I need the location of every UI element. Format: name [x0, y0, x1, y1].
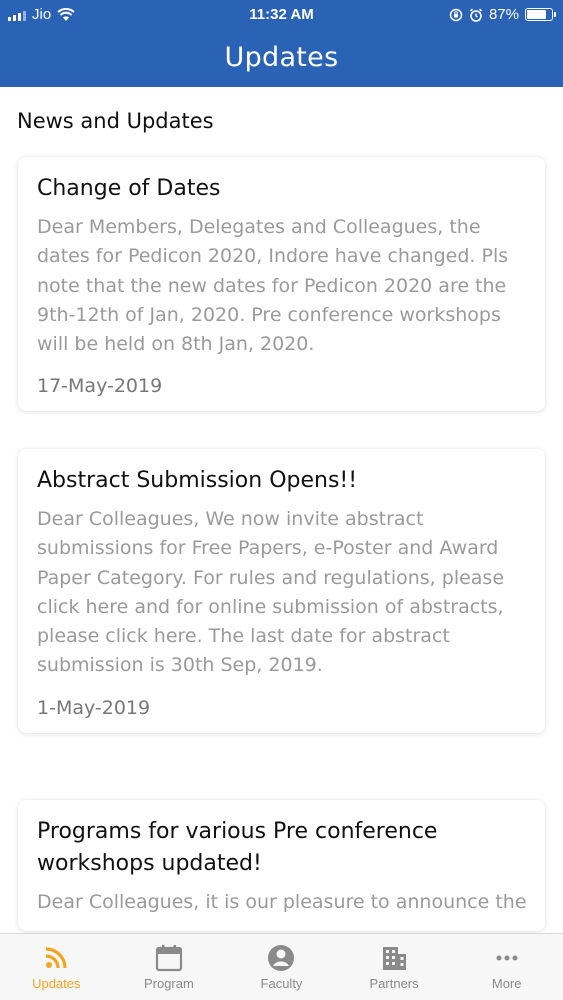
tab-faculty[interactable]: Faculty	[225, 934, 338, 1000]
rss-icon	[46, 947, 67, 969]
tab-label: Faculty	[260, 976, 303, 991]
tab-label: Program	[143, 976, 194, 991]
tab-label: Updates	[32, 976, 81, 991]
update-body: Dear Colleagues, it is our pleasure to a…	[37, 891, 527, 913]
alarm-icon	[469, 8, 483, 22]
update-title: Change of Dates	[37, 176, 221, 201]
tab-program[interactable]: Program	[113, 934, 226, 1000]
update-body: Dear Colleagues, We now invite abstract …	[37, 508, 505, 677]
calendar-icon	[155, 945, 182, 972]
page-title: Updates	[224, 42, 339, 73]
tab-label: More	[491, 976, 522, 991]
update-body: Dear Members, Delegates and Colleagues, …	[37, 216, 509, 356]
building-icon	[383, 947, 407, 970]
status-bar: Jio 11:32 AM 87%	[0, 0, 563, 30]
more-icon	[496, 955, 518, 961]
tab-partners[interactable]: Partners	[338, 934, 451, 1000]
tab-updates[interactable]: Updates	[0, 934, 113, 1000]
battery-percent: 87%	[488, 6, 519, 23]
updates-list[interactable]: News and Updates Change of Dates Dear Me…	[0, 87, 563, 933]
header-bar: Updates	[0, 30, 563, 87]
update-title: Programs for various Pre conference work…	[37, 819, 438, 876]
update-date: 17-May-2019	[37, 375, 163, 398]
section-title: News and Updates	[17, 109, 214, 133]
update-date: 1-May-2019	[37, 696, 151, 719]
orientation-lock-icon	[449, 8, 463, 21]
update-card[interactable]: Abstract Submission Opens!! Dear Colleag…	[18, 449, 545, 733]
update-title: Abstract Submission Opens!!	[37, 468, 358, 493]
bottom-tab-bar: Updates Program Faculty Partners More	[0, 933, 563, 1000]
update-card[interactable]: Change of Dates Dear Members, Delegates …	[18, 157, 545, 412]
user-icon	[268, 945, 295, 971]
battery-icon	[525, 8, 556, 21]
tab-more[interactable]: More	[450, 934, 563, 1000]
tab-label: Partners	[369, 976, 419, 991]
update-card[interactable]: Programs for various Pre conference work…	[18, 800, 545, 932]
